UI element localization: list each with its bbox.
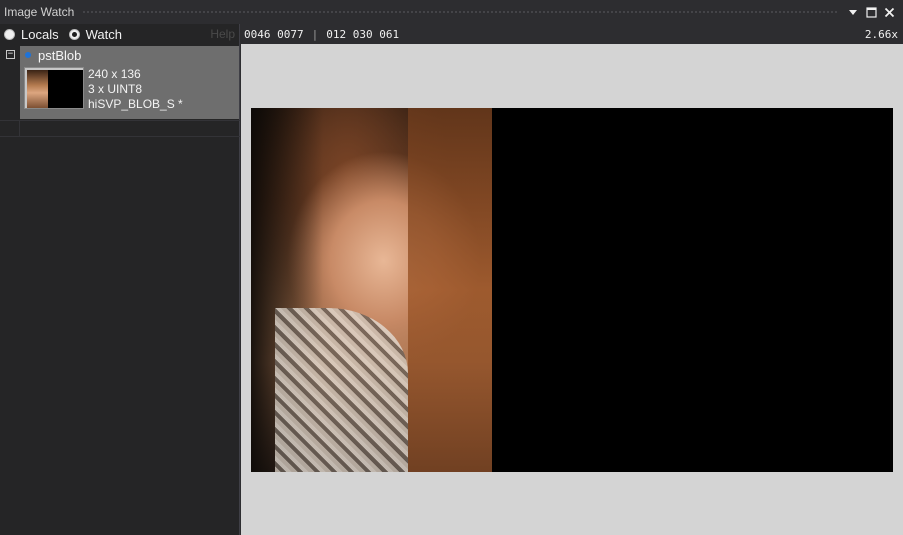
variable-name: pstBlob [38, 48, 82, 63]
pixel-coordinates: 0046 0077 [244, 27, 304, 41]
info-separator: | [311, 27, 319, 41]
window-titlebar[interactable]: Image Watch [0, 0, 903, 24]
locals-label: Locals [21, 26, 59, 42]
zoom-level: 2.66x [864, 28, 898, 41]
pixel-value: 012 030 061 [326, 27, 400, 41]
image-type: 3 x UINT8 [88, 82, 143, 96]
row-divider [0, 136, 240, 137]
image-struct: hiSVP_BLOB_S * [88, 97, 183, 111]
pixel-info-bar: 0046 0077 | 012 030 061 2.66x [241, 24, 903, 44]
image-canvas[interactable] [251, 108, 893, 472]
portrait-image [251, 108, 492, 472]
drag-grip[interactable] [82, 9, 839, 15]
image-thumbnail[interactable] [24, 67, 84, 109]
dropdown-icon[interactable] [847, 6, 859, 18]
close-icon[interactable] [883, 6, 895, 18]
maximize-icon[interactable] [865, 6, 877, 18]
column-divider [19, 120, 20, 136]
watch-radio-icon[interactable] [68, 28, 80, 40]
watch-radio[interactable]: Watch [68, 26, 122, 42]
watch-item-pstblob[interactable]: pstBlob 240 x 136 3 x UINT8 hiSVP_BLOB_S… [20, 46, 239, 119]
locals-radio-icon[interactable] [4, 28, 15, 40]
mode-bar: Locals Watch Help [0, 24, 239, 44]
locals-radio[interactable]: Locals [4, 27, 59, 42]
help-link[interactable]: Help [210, 27, 235, 41]
watch-label: Watch [85, 26, 122, 42]
image-viewport[interactable] [241, 44, 903, 535]
table-row[interactable]: − pstBlob 240 x 136 3 x UINT8 hiSVP_BLOB… [0, 46, 240, 119]
image-size: 240 x 136 [88, 67, 141, 81]
row-divider [0, 120, 240, 121]
window-title: Image Watch [4, 5, 75, 19]
collapse-icon[interactable]: − [6, 50, 15, 59]
watch-tree: − pstBlob 240 x 136 3 x UINT8 hiSVP_BLOB… [0, 44, 240, 535]
watch-panel: Locals Watch Help − pstBlob 240 x 136 3 … [0, 24, 240, 535]
variable-dot-icon [25, 52, 31, 58]
